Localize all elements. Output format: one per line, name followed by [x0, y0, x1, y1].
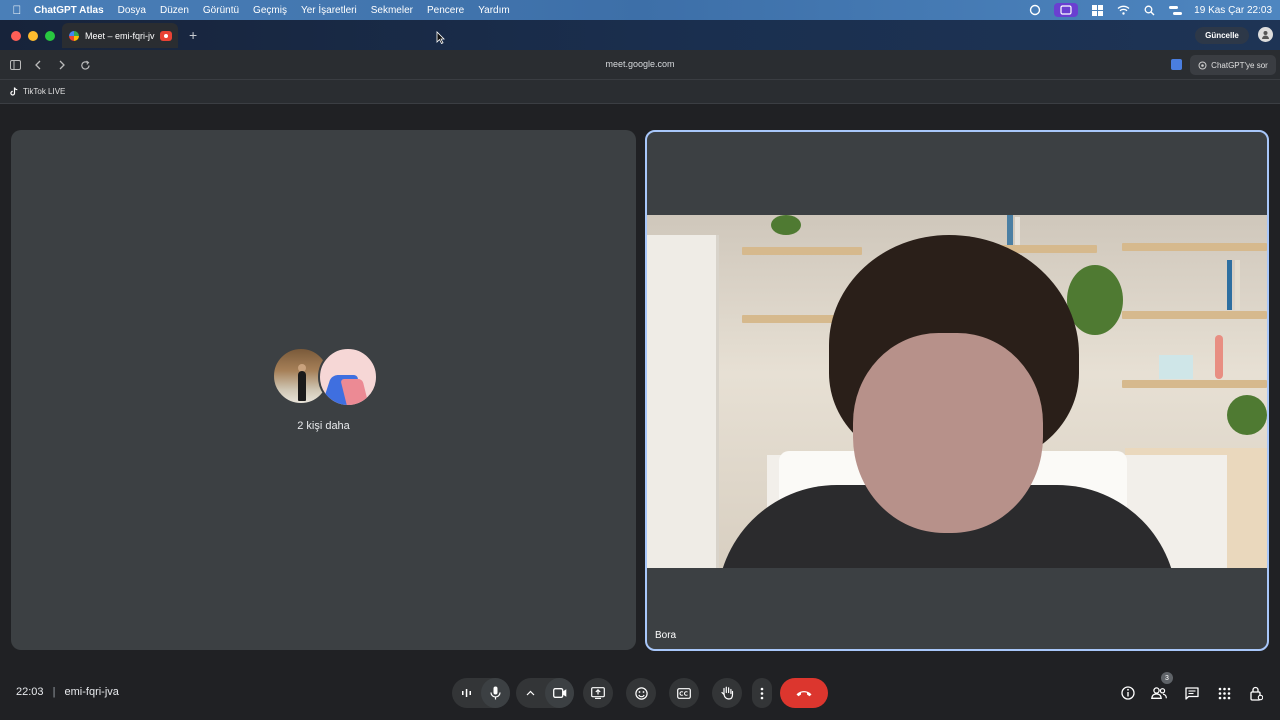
menu-gecmis[interactable]: Geçmiş	[253, 5, 287, 16]
hang-up-icon	[796, 691, 812, 697]
apple-icon[interactable]: 	[0, 3, 34, 17]
audio-levels-icon[interactable]	[452, 678, 481, 708]
bookmark-tiktok-live[interactable]: TikTok LIVE	[10, 87, 65, 96]
zoom-window-button[interactable]	[45, 31, 55, 41]
emoji-reaction-button[interactable]	[626, 678, 656, 708]
mouse-pointer-icon	[436, 31, 445, 44]
address-bar[interactable]: meet.google.com	[0, 59, 1280, 69]
minimize-window-button[interactable]	[28, 31, 38, 41]
participant-avatars	[272, 347, 382, 407]
translate-icon[interactable]	[1171, 59, 1182, 70]
macos-menu-bar:  ChatGPT Atlas Dosya Düzen Görüntü Geçm…	[0, 0, 1280, 20]
more-options-icon	[760, 687, 764, 699]
screen-record-icon[interactable]	[1054, 3, 1079, 17]
host-controls-icon[interactable]	[1248, 685, 1264, 701]
navigation-bar: meet.google.com	[0, 50, 1280, 80]
participants-count-badge: 3	[1161, 672, 1173, 684]
menu-sekmeler[interactable]: Sekmeler	[371, 5, 413, 16]
menu-dosya[interactable]: Dosya	[118, 5, 146, 16]
meeting-details-icon[interactable]	[1120, 685, 1136, 701]
bookmarks-bar: TikTok LIVE	[0, 80, 1280, 104]
ask-chatgpt-label: ChatGPT'ye sor	[1211, 60, 1268, 70]
meet-favicon-icon	[69, 30, 79, 41]
tab-label: Meet – emi-fqri-jv	[85, 30, 155, 41]
wifi-icon[interactable]	[1116, 4, 1130, 16]
chatgpt-status-icon[interactable]	[1028, 4, 1042, 16]
more-options-button[interactable]	[752, 678, 772, 708]
window-controls	[11, 31, 55, 41]
captions-icon	[677, 687, 691, 699]
menu-app-name[interactable]: ChatGPT Atlas	[34, 5, 104, 16]
people-icon[interactable]	[1151, 685, 1167, 701]
camera-control-group	[516, 678, 574, 708]
menubar-clock[interactable]: 19 Kas Çar 22:03	[1194, 5, 1272, 16]
tab-bar: Meet – emi-fqri-jv +	[0, 20, 1280, 50]
more-participants-label: 2 kişi daha	[297, 420, 350, 432]
raise-hand-button[interactable]	[712, 678, 742, 708]
meeting-info: 22:03 | emi-fqri-jva	[16, 686, 119, 698]
control-center-icon[interactable]	[1168, 4, 1182, 16]
tiktok-icon	[10, 87, 18, 96]
participant-name: Bora	[655, 630, 677, 641]
search-icon[interactable]	[1142, 4, 1156, 16]
new-tab-button[interactable]: +	[189, 27, 197, 43]
tab-meet[interactable]: Meet – emi-fqri-jv	[62, 23, 178, 48]
bookmark-label: TikTok LIVE	[23, 87, 66, 96]
camera-icon[interactable]	[545, 678, 574, 708]
meeting-code[interactable]: emi-fqri-jva	[65, 686, 119, 698]
present-screen-button[interactable]	[583, 678, 613, 708]
recording-indicator-icon	[159, 30, 172, 41]
participant-video	[647, 215, 1267, 568]
window-grid-icon[interactable]	[1090, 4, 1104, 16]
menu-duzen[interactable]: Düzen	[160, 5, 189, 16]
leave-call-button[interactable]	[780, 678, 828, 708]
chatgpt-logo-icon	[1198, 61, 1207, 69]
emoji-icon	[634, 686, 648, 700]
update-button[interactable]: Güncelle	[1195, 27, 1249, 44]
menu-pencere[interactable]: Pencere	[427, 5, 464, 16]
chevron-up-icon[interactable]	[516, 678, 545, 708]
microphone-icon[interactable]	[481, 678, 510, 708]
menu-yer-isaretleri[interactable]: Yer İşaretleri	[301, 5, 357, 16]
present-screen-icon	[591, 687, 605, 699]
menu-goruntu[interactable]: Görüntü	[203, 5, 239, 16]
ask-chatgpt-button[interactable]: ChatGPT'ye sor	[1190, 55, 1276, 75]
meeting-time: 22:03	[16, 686, 44, 698]
raise-hand-icon	[720, 686, 733, 700]
menu-yardim[interactable]: Yardım	[478, 5, 510, 16]
microphone-control-group	[452, 678, 510, 708]
captions-button[interactable]	[669, 678, 699, 708]
chat-icon[interactable]	[1184, 685, 1200, 701]
profile-avatar-icon[interactable]	[1258, 27, 1273, 42]
close-window-button[interactable]	[11, 31, 21, 41]
activities-icon[interactable]	[1216, 685, 1232, 701]
participant-avatar-illustration	[318, 347, 378, 407]
participant-video-tile[interactable]: Bora	[645, 130, 1269, 651]
